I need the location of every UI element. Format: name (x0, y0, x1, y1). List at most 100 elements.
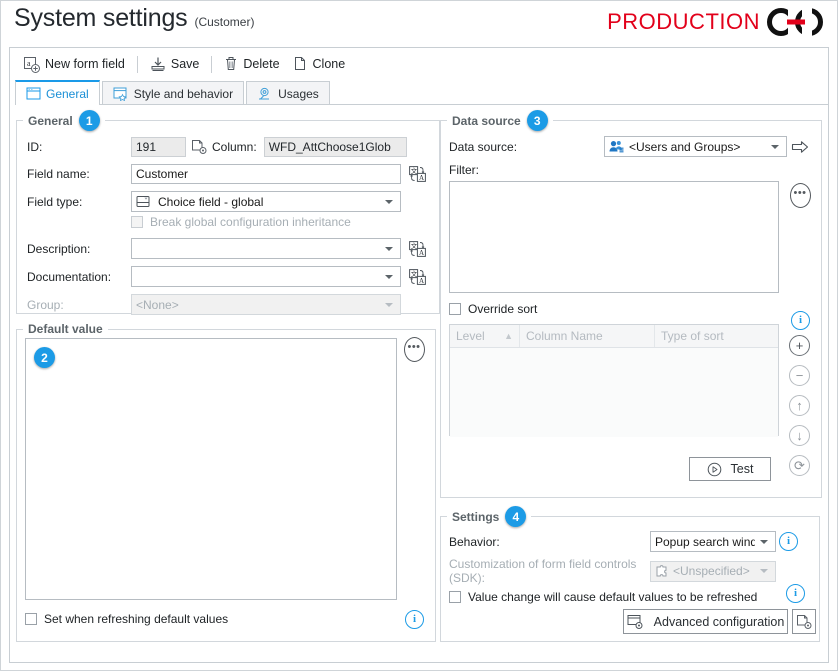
field-name-translate-button[interactable]: 文 A (405, 164, 429, 184)
value-change-checkbox[interactable] (449, 591, 461, 603)
filter-more-button[interactable]: ••• (789, 182, 811, 208)
tab-general[interactable]: General (15, 80, 100, 106)
override-sort-row[interactable]: Override sort (449, 302, 813, 316)
test-button-label: Test (730, 462, 754, 476)
default-value-group: Default value 2 ••• Set when refreshing … (16, 322, 436, 642)
svg-text:文: 文 (410, 241, 417, 250)
move-sort-down-button[interactable]: ↓ (789, 425, 810, 446)
sort-grid-col-level-label: Level (456, 329, 485, 343)
default-value-more-button[interactable]: ••• (403, 336, 425, 362)
break-inheritance-row: Break global configuration inheritance (27, 215, 429, 229)
id-value: 191 (131, 137, 186, 157)
field-type-value: Choice field - global (158, 194, 264, 209)
field-type-select[interactable]: Choice field - global (131, 191, 401, 212)
sort-grid[interactable]: Level ▲ Column Name Type of sort (449, 324, 779, 437)
sort-ascending-icon: ▲ (504, 331, 513, 341)
field-type-label: Field type: (27, 194, 83, 209)
tab-style-and-behavior[interactable]: Style and behavior (101, 81, 245, 105)
tab-usages[interactable]: Usages (246, 81, 330, 105)
clone-button[interactable]: Clone (287, 53, 353, 75)
break-inheritance-checkbox-row[interactable]: Break global configuration inheritance (131, 215, 351, 229)
minus-icon: − (789, 365, 810, 386)
break-inheritance-label: Break global configuration inheritance (150, 215, 351, 229)
documentation-translate-button[interactable]: 文 A (405, 267, 429, 287)
filter-input[interactable] (449, 181, 779, 293)
behavior-label: Behavior: (449, 534, 500, 549)
data-source-select[interactable]: <Users and Groups> (604, 136, 787, 157)
default-value-editor[interactable]: 2 (25, 338, 397, 600)
column-value: WFD_AttChoose1Glob (263, 137, 407, 157)
trash-icon (226, 57, 237, 70)
remove-sort-button[interactable]: − (789, 365, 810, 386)
behavior-select[interactable]: Popup search window (650, 531, 776, 552)
set-when-refreshing-label: Set when refreshing default values (44, 612, 229, 626)
override-sort-info-button[interactable]: i (791, 311, 810, 330)
settings-group: Settings 4 Behavior: Popup search window (440, 506, 820, 642)
chevron-down-icon (760, 539, 768, 544)
page-title-text: System settings (14, 4, 188, 32)
sort-grid-header: Level ▲ Column Name Type of sort (450, 325, 778, 348)
field-settings-icon (796, 614, 811, 629)
sdk-row: Customization of form field controls (SD… (449, 557, 811, 585)
group-value: <None> (136, 297, 179, 312)
chevron-down-icon (385, 274, 393, 279)
documentation-select[interactable] (131, 266, 401, 287)
behavior-value: Popup search window (655, 534, 755, 549)
advanced-configuration-icon (627, 614, 643, 629)
default-value-editor-text (26, 339, 396, 351)
sort-grid-actions: + − ↑ ↓ ⟳ (789, 335, 810, 476)
step-badge-3: 3 (526, 110, 548, 131)
group-select: <None> (131, 294, 401, 315)
tab-content-general: General 1 ID: 191 Column: WFD_AttChoose1… (10, 106, 828, 662)
sort-grid-col-type-of-sort[interactable]: Type of sort (655, 325, 778, 347)
value-change-row[interactable]: Value change will cause default values t… (449, 590, 811, 604)
description-label: Description: (27, 241, 91, 256)
field-type-row: Field type: Choice field - global (27, 191, 429, 212)
svg-text:a: a (27, 59, 31, 68)
set-when-refreshing-checkbox[interactable] (25, 613, 37, 625)
step-badge-2: 2 (34, 347, 55, 368)
description-select[interactable] (131, 238, 401, 259)
delete-label: Delete (243, 57, 280, 71)
default-value-info-button[interactable]: i (405, 610, 424, 629)
svg-text:A: A (419, 249, 424, 257)
delete-button[interactable]: Delete (217, 53, 286, 75)
default-value-group-title: Default value (28, 322, 103, 336)
add-sort-button[interactable]: + (789, 335, 810, 356)
step-badge-1: 1 (78, 110, 100, 131)
advanced-configuration-button[interactable]: Advanced configuration (623, 609, 788, 634)
new-form-field-icon: a (24, 56, 40, 73)
info-icon: i (791, 311, 810, 330)
users-and-groups-icon (609, 141, 624, 153)
page-header: System settings (Customer) PRODUCTION (1, 1, 837, 47)
advanced-configuration-extra-button[interactable] (792, 609, 816, 634)
new-form-field-button[interactable]: a New form field (16, 53, 132, 76)
set-when-refreshing-row[interactable]: Set when refreshing default values (25, 612, 228, 626)
value-change-info-button[interactable]: i (786, 584, 805, 603)
save-button[interactable]: Save (143, 53, 207, 75)
toolbar-separator-2 (211, 55, 213, 73)
test-button[interactable]: Test (689, 457, 771, 481)
field-name-label: Field name: (27, 167, 90, 181)
refresh-sort-button[interactable]: ⟳ (789, 455, 810, 476)
field-name-input[interactable] (131, 164, 401, 184)
id-row: ID: 191 Column: WFD_AttChoose1Glob (27, 137, 429, 157)
id-settings-button[interactable] (186, 137, 212, 157)
info-icon: i (786, 584, 805, 603)
clone-label: Clone (312, 57, 346, 71)
filter-label: Filter: (449, 163, 479, 177)
documentation-row: Documentation: 文 A (27, 266, 429, 287)
description-translate-button[interactable]: 文 A (405, 239, 429, 259)
save-label: Save (170, 57, 200, 71)
sort-grid-col-column-name[interactable]: Column Name (520, 325, 655, 347)
sort-grid-col-level[interactable]: Level ▲ (450, 325, 520, 347)
behavior-info-button[interactable]: i (776, 532, 801, 552)
field-settings-icon (191, 140, 206, 154)
move-sort-up-button[interactable]: ↑ (789, 395, 810, 416)
production-logo: PRODUCTION (607, 7, 826, 37)
svg-text:文: 文 (410, 166, 417, 175)
data-source-goto-button[interactable] (787, 137, 813, 157)
override-sort-checkbox[interactable] (449, 303, 461, 315)
break-inheritance-checkbox[interactable] (131, 216, 143, 228)
info-icon: i (405, 610, 424, 629)
